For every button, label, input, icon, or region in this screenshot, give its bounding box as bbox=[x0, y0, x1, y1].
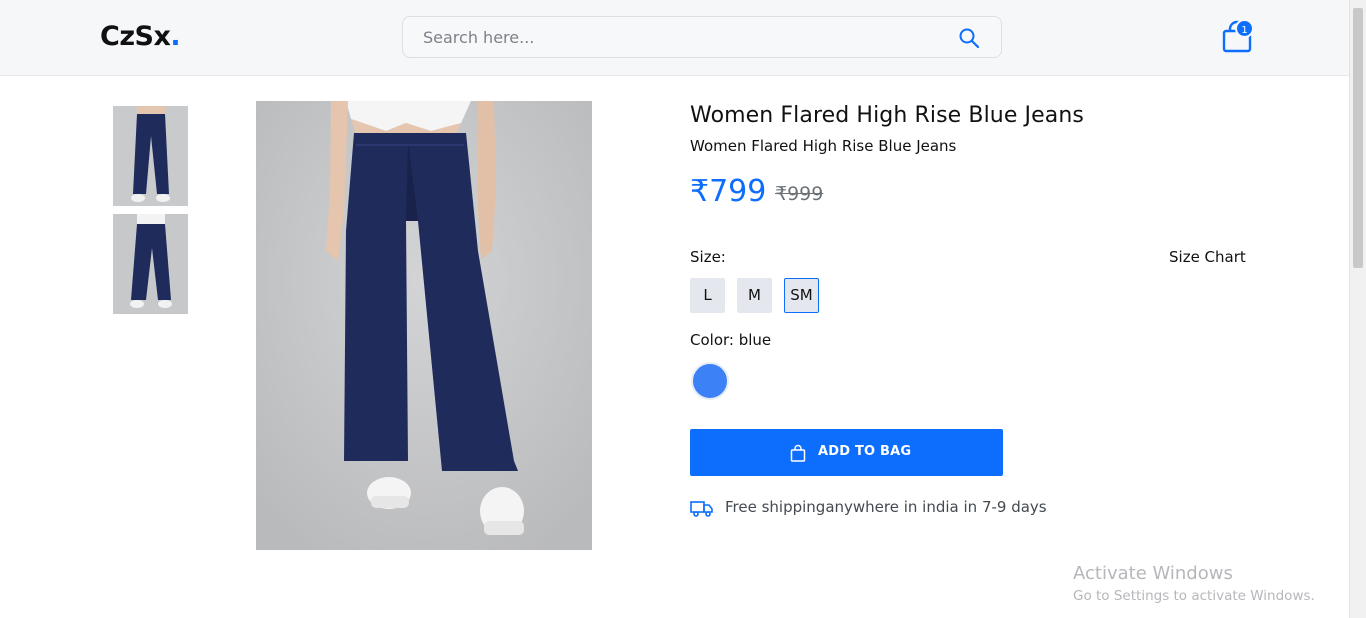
page-scrollbar[interactable] bbox=[1349, 0, 1366, 618]
color-swatch-blue[interactable] bbox=[691, 362, 729, 400]
bag-icon bbox=[790, 444, 806, 462]
product-thumbnail-2[interactable] bbox=[113, 214, 188, 314]
add-to-bag-label: ADD TO BAG bbox=[818, 444, 912, 459]
shipping-info: Free shippinganywhere in india in 7-9 da… bbox=[725, 498, 1047, 516]
search-input[interactable] bbox=[423, 17, 943, 57]
search-icon[interactable] bbox=[957, 26, 981, 50]
cart-count-badge: 1 bbox=[1235, 19, 1254, 38]
scrollbar-thumb[interactable] bbox=[1353, 8, 1363, 268]
jeans-side-thumbnail-image bbox=[113, 214, 188, 314]
product-title: Women Flared High Rise Blue Jeans bbox=[690, 103, 1084, 128]
activate-windows-subtitle: Go to Settings to activate Windows. bbox=[1073, 588, 1315, 604]
size-option-l[interactable]: L bbox=[690, 278, 725, 313]
color-label: Color: blue bbox=[690, 331, 772, 349]
site-logo[interactable]: CzSx. bbox=[100, 21, 181, 52]
product-subtitle: Women Flared High Rise Blue Jeans bbox=[690, 137, 957, 155]
truck-icon bbox=[690, 501, 713, 517]
size-option-sm[interactable]: SM bbox=[784, 278, 819, 313]
jeans-front-thumbnail-image bbox=[113, 106, 188, 206]
search-bar bbox=[402, 16, 1002, 58]
logo-dot: . bbox=[170, 21, 181, 52]
size-option-m[interactable]: M bbox=[737, 278, 772, 313]
product-price: ₹799 bbox=[690, 174, 767, 209]
activate-windows-title: Activate Windows bbox=[1073, 563, 1233, 584]
size-chart-link[interactable]: Size Chart bbox=[1169, 248, 1246, 266]
product-thumbnail-1[interactable] bbox=[113, 106, 188, 206]
product-original-price: ₹999 bbox=[775, 183, 824, 205]
logo-text: CzSx bbox=[100, 21, 171, 52]
size-label: Size: bbox=[690, 248, 726, 266]
site-header: CzSx. 1 bbox=[0, 0, 1349, 76]
jeans-photo bbox=[256, 101, 592, 550]
product-main-image bbox=[256, 101, 592, 550]
add-to-bag-button[interactable]: ADD TO BAG bbox=[690, 429, 1003, 476]
